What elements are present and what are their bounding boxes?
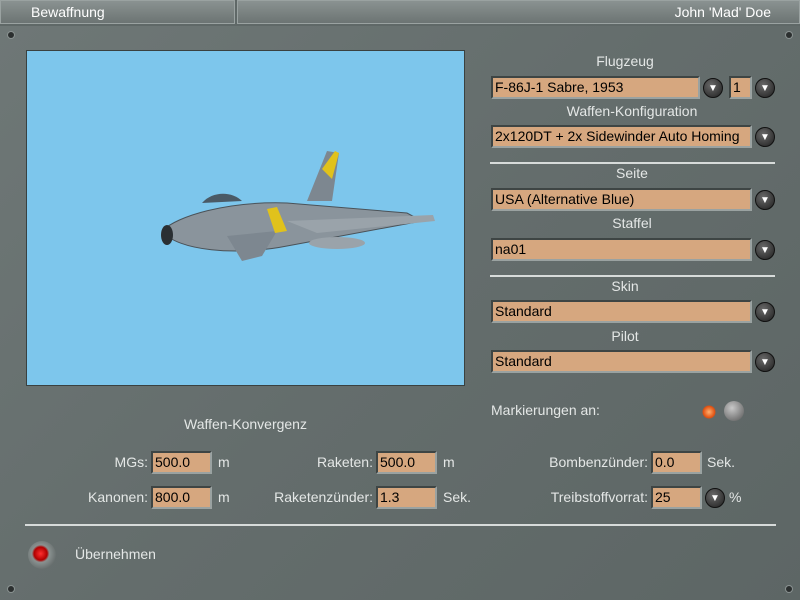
mgs-label: MGs:: [114, 454, 148, 470]
markings-label: Markierungen an:: [491, 402, 600, 418]
divider: [490, 162, 775, 164]
divider: [490, 275, 775, 277]
side-label: Seite: [616, 165, 648, 181]
mgs-input[interactable]: 500.0: [151, 451, 212, 474]
rivet: [8, 586, 14, 592]
rockets-unit: m: [443, 454, 455, 470]
apply-label[interactable]: Übernehmen: [75, 546, 156, 562]
rivet: [786, 586, 792, 592]
chevron-down-icon[interactable]: ▼: [755, 240, 775, 260]
aircraft-count-select[interactable]: 1: [729, 76, 752, 99]
chevron-down-icon[interactable]: ▼: [705, 488, 725, 508]
convergence-title: Waffen-Konvergenz: [184, 416, 307, 432]
squadron-label: Staffel: [612, 215, 652, 231]
chevron-down-icon[interactable]: ▼: [703, 78, 723, 98]
bomb-fuze-input[interactable]: 0.0: [651, 451, 702, 474]
squadron-select[interactable]: na01: [491, 238, 752, 261]
rivet: [8, 32, 14, 38]
chevron-down-icon[interactable]: ▼: [755, 352, 775, 372]
rockets-label: Raketen:: [316, 454, 373, 470]
cannons-unit: m: [218, 489, 230, 505]
aircraft-label: Flugzeug: [596, 53, 654, 69]
rivet: [786, 32, 792, 38]
fuel-unit: %: [729, 489, 742, 505]
fuel-input[interactable]: 25: [651, 486, 702, 509]
chevron-down-icon[interactable]: ▼: [755, 302, 775, 322]
pilot-select[interactable]: Standard: [491, 350, 752, 373]
mgs-unit: m: [218, 454, 230, 470]
side-select[interactable]: USA (Alternative Blue): [491, 188, 752, 211]
apply-button[interactable]: [28, 541, 56, 569]
bomb-fuze-unit: Sek.: [707, 454, 736, 470]
user-name-bar: John 'Mad' Doe: [237, 0, 800, 24]
rockets-input[interactable]: 500.0: [376, 451, 437, 474]
divider: [25, 524, 776, 526]
section-title-bar: Bewaffnung: [0, 0, 235, 24]
bomb-fuze-label: Bombenzünder:: [549, 454, 648, 470]
aircraft-image: [161, 151, 435, 261]
loadout-label: Waffen-Konfiguration: [566, 103, 698, 119]
skin-select[interactable]: Standard: [491, 300, 752, 323]
cannons-input[interactable]: 800.0: [151, 486, 212, 509]
rocket-fuze-label: Raketenzünder:: [274, 489, 373, 505]
markings-toggle[interactable]: [700, 401, 746, 423]
skin-label: Skin: [611, 278, 639, 294]
chevron-down-icon[interactable]: ▼: [755, 127, 775, 147]
cannons-label: Kanonen:: [88, 489, 148, 505]
rocket-fuze-unit: Sek.: [443, 489, 472, 505]
chevron-down-icon[interactable]: ▼: [755, 190, 775, 210]
loadout-select[interactable]: 2x120DT + 2x Sidewinder Auto Homing: [491, 125, 752, 148]
aircraft-preview[interactable]: [26, 50, 465, 386]
pilot-label: Pilot: [611, 328, 639, 344]
rocket-fuze-input[interactable]: 1.3: [376, 486, 437, 509]
fuel-label: Treibstoffvorrat:: [550, 489, 648, 505]
chevron-down-icon[interactable]: ▼: [755, 78, 775, 98]
aircraft-select[interactable]: F-86J-1 Sabre, 1953: [491, 76, 700, 99]
